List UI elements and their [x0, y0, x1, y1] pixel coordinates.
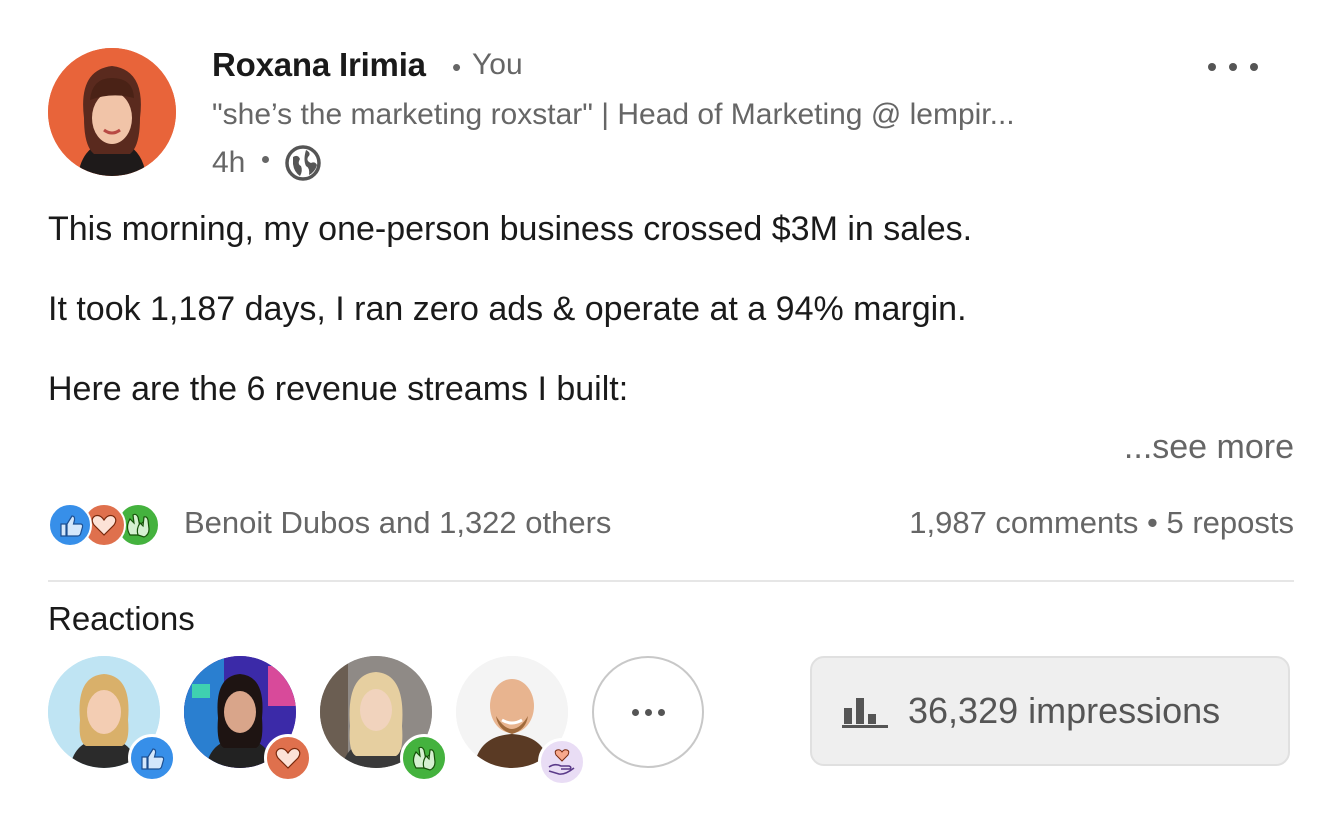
post-text-line: Here are the 6 revenue streams I built:	[48, 370, 629, 408]
love-icon	[264, 734, 312, 782]
relation-label: You	[472, 48, 523, 81]
reactors-summary[interactable]: Benoit Dubos and 1,322 others	[184, 505, 611, 541]
post-text-line: It took 1,187 days, I ran zero ads & ope…	[48, 290, 967, 328]
reactor-others[interactable]: and 1,322 others	[379, 505, 612, 540]
author-photo	[48, 48, 176, 176]
like-icon	[48, 503, 92, 547]
impressions-button[interactable]: 36,329 impressions	[810, 656, 1290, 766]
time-separator	[262, 156, 269, 163]
reaction-summary[interactable]	[48, 503, 168, 547]
more-horizontal-icon	[1208, 63, 1216, 71]
reactions-title: Reactions	[48, 600, 195, 637]
divider	[48, 580, 1294, 582]
separator-dot: •	[452, 52, 462, 82]
impressions-label: 36,329 impressions	[908, 690, 1221, 731]
post-time: 4h	[212, 146, 246, 179]
see-more-link[interactable]: ...see more	[1124, 428, 1294, 467]
like-icon	[128, 734, 176, 782]
more-reactors-button[interactable]	[592, 656, 704, 768]
reactor-name[interactable]: Benoit Dubos	[184, 505, 370, 540]
more-horizontal-icon	[631, 708, 639, 716]
bar-chart-icon	[842, 698, 888, 728]
post-text-line: This morning, my one-person business cro…	[48, 210, 973, 248]
engagement-stats[interactable]: 1,987 comments • 5 reposts	[909, 505, 1294, 541]
post-options-button[interactable]	[1208, 54, 1258, 80]
support-icon	[538, 738, 586, 786]
author-avatar[interactable]	[48, 48, 176, 176]
author-headline: "she’s the marketing roxstar" | Head of …	[212, 98, 1015, 131]
author-name[interactable]: Roxana Irimia	[212, 46, 426, 84]
celebrate-icon	[400, 734, 448, 782]
globe-icon	[285, 145, 321, 181]
